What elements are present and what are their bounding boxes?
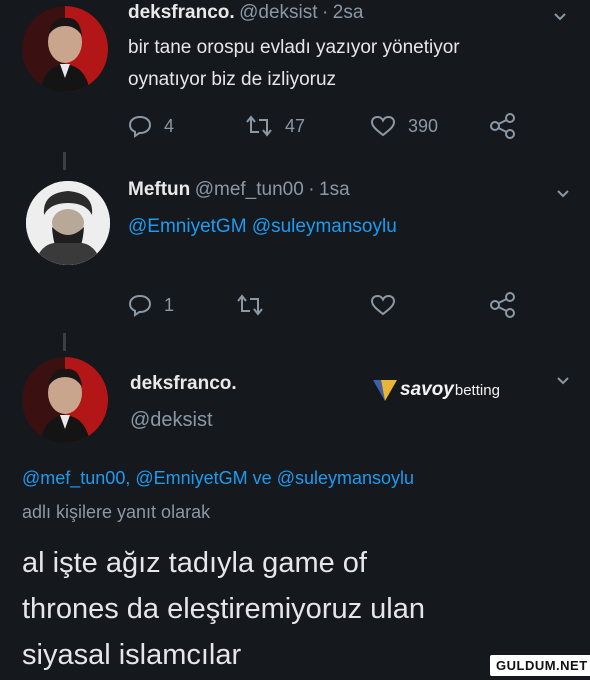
avatar-image	[26, 181, 110, 265]
avatar-image	[22, 357, 108, 443]
tweet2-like-button[interactable]	[370, 293, 408, 317]
savoy-text: savoy	[400, 379, 454, 400]
chevron-down-icon[interactable]	[553, 10, 567, 24]
reply-to-ve: ve	[252, 468, 272, 488]
tweet2-reply-count: 1	[164, 294, 175, 315]
chevron-down-icon[interactable]	[556, 374, 570, 388]
tweet2-author-name[interactable]: Meftun	[128, 179, 190, 200]
share-icon[interactable]	[489, 113, 517, 139]
thread-connector	[63, 152, 66, 170]
tweet1-author-name[interactable]: deksfranco.	[128, 2, 235, 23]
tweet2-mention-suleymansoylu[interactable]: @suleymansoylu	[252, 216, 397, 237]
tweet3-text-line1: al işte ağız tadıyla game of	[22, 547, 367, 579]
reply-to-mention-emniyetgm[interactable]: @EmniyetGM	[135, 468, 247, 488]
reply-to-label: adlı kişilere yanıt olarak	[22, 502, 211, 522]
avatar-meftun[interactable]	[26, 181, 110, 265]
tweet2-retweet-button[interactable]	[236, 293, 276, 317]
reply-to-mention-suleymansoylu[interactable]: @suleymansoylu	[277, 468, 414, 488]
tweet1-reply-button[interactable]: 4	[128, 114, 174, 138]
tweet1-author-handle[interactable]: @deksist	[239, 2, 317, 23]
tweet3-text-line3: siyasal islamcılar	[22, 639, 242, 671]
tweet2-separator: ·	[308, 179, 315, 200]
site-watermark: GULDUM.NET	[490, 655, 590, 676]
avatar-image	[22, 6, 108, 92]
thread-connector	[63, 333, 66, 351]
tweet1-text-line1: bir tane orospu evladı yazıyor yönetiyor	[128, 37, 460, 58]
tweet1-retweet-button[interactable]: 47	[245, 114, 305, 138]
tweet3-text-line2: thrones da eleştiremiyoruz ulan	[22, 593, 425, 625]
tweet2-reply-button[interactable]: 1	[128, 293, 174, 317]
retweet-icon	[246, 115, 272, 137]
tweet2-author-handle[interactable]: @mef_tun00	[195, 179, 304, 200]
tweet1-separator: ·	[321, 2, 329, 23]
tweet1-text-line2: oynatıyor biz de izliyoruz	[128, 69, 337, 90]
tweet1-like-button[interactable]: 390	[370, 114, 438, 138]
tweet1-retweet-count: 47	[285, 115, 306, 136]
avatar-deksfranco[interactable]	[22, 6, 108, 92]
chevron-down-icon[interactable]	[556, 187, 570, 201]
avatar-deksfranco[interactable]	[22, 357, 108, 443]
tweet2-mention-emniyetgm[interactable]: @EmniyetGM	[128, 216, 247, 237]
savoy-watermark: savoy betting	[372, 377, 500, 403]
reply-icon	[128, 294, 152, 317]
reply-icon	[128, 115, 152, 138]
tweet3-author-name[interactable]: deksfranco.	[130, 373, 237, 395]
reply-to-mention-meftun[interactable]: @mef_tun00,	[22, 468, 130, 488]
share-icon[interactable]	[489, 292, 517, 318]
heart-icon	[370, 294, 396, 316]
savoy-logo-icon	[373, 380, 397, 401]
tweet3-author-handle[interactable]: @deksist	[130, 409, 213, 432]
retweet-icon	[237, 294, 263, 316]
tweet1-reply-count: 4	[164, 115, 175, 136]
savoy-betting-text: betting	[454, 381, 500, 399]
tweet2-timestamp[interactable]: 1sa	[319, 179, 350, 200]
tweet1-timestamp[interactable]: 2sa	[333, 2, 364, 23]
heart-icon	[370, 115, 396, 137]
tweet1-like-count: 390	[408, 115, 439, 136]
